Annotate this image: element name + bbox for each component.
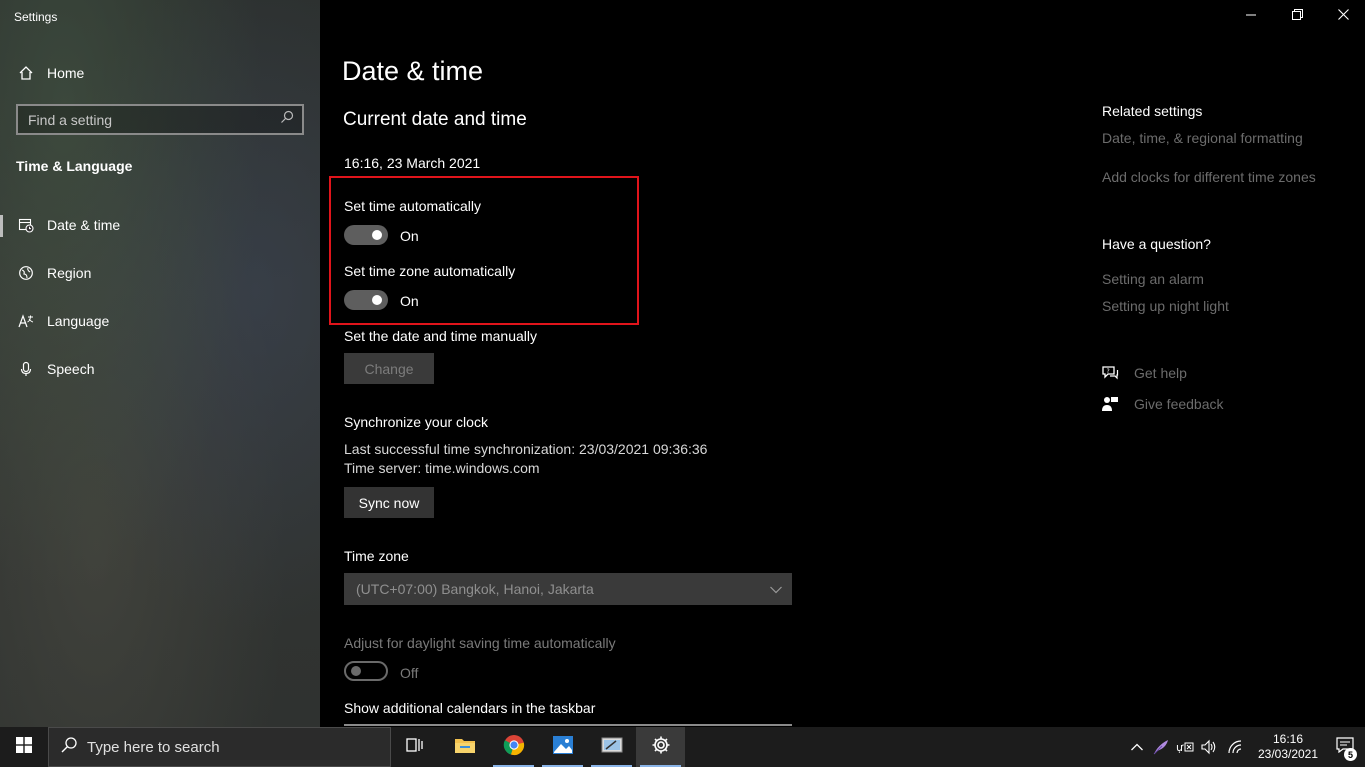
- photos-button[interactable]: [538, 727, 587, 767]
- search-icon[interactable]: [280, 110, 294, 129]
- daylight-state: Off: [400, 665, 419, 681]
- sidebar: Settings Home Time & Language Date & tim…: [0, 0, 320, 727]
- sidebar-item-region[interactable]: Region: [0, 253, 320, 293]
- settings-taskbar-button[interactable]: [636, 727, 685, 767]
- change-button[interactable]: Change: [344, 353, 434, 384]
- daylight-toggle[interactable]: [344, 661, 388, 681]
- chrome-icon: [503, 734, 525, 761]
- last-sync-text: Last successful time synchronization: 23…: [344, 441, 708, 457]
- sidebar-item-language[interactable]: Language: [0, 301, 320, 341]
- photos-icon: [552, 735, 574, 760]
- set-time-auto-label: Set time automatically: [344, 198, 481, 214]
- restore-icon: [1291, 7, 1303, 25]
- feedback-icon: [1101, 395, 1119, 413]
- input-method-icon[interactable]: ự: [1173, 727, 1197, 767]
- chevron-down-icon: [770, 581, 782, 597]
- volume-icon[interactable]: [1197, 727, 1221, 767]
- action-center-button[interactable]: 5: [1325, 727, 1365, 767]
- gear-icon: [651, 735, 671, 760]
- minimize-button[interactable]: [1228, 0, 1274, 32]
- set-timezone-auto-state: On: [400, 293, 419, 309]
- clock-time: 16:16: [1272, 732, 1304, 746]
- sync-now-button[interactable]: Sync now: [344, 487, 434, 518]
- set-time-auto-toggle[interactable]: [344, 225, 388, 245]
- related-settings-heading: Related settings: [1102, 103, 1203, 119]
- toggle-knob: [351, 666, 361, 676]
- alarm-link[interactable]: Setting an alarm: [1102, 271, 1204, 287]
- taskbar-search-placeholder: Type here to search: [87, 738, 220, 756]
- task-view-icon: [405, 736, 426, 759]
- calendar-clock-icon: [17, 216, 35, 234]
- time-server-text: Time server: time.windows.com: [344, 460, 540, 476]
- get-help-link[interactable]: ? Get help: [1101, 364, 1187, 382]
- language-icon: [17, 312, 35, 330]
- calendars-label: Show additional calendars in the taskbar: [344, 700, 596, 716]
- give-feedback-label: Give feedback: [1134, 396, 1224, 412]
- give-feedback-link[interactable]: Give feedback: [1101, 395, 1224, 413]
- timezone-dropdown[interactable]: (UTC+07:00) Bangkok, Hanoi, Jakarta: [344, 573, 792, 605]
- night-light-link[interactable]: Setting up night light: [1102, 298, 1229, 314]
- current-datetime: 16:16, 23 March 2021: [344, 155, 481, 171]
- set-timezone-auto-toggle[interactable]: [344, 290, 388, 310]
- timezone-label: Time zone: [344, 548, 409, 564]
- sidebar-item-label: Region: [47, 265, 92, 281]
- taskbar-clock[interactable]: 16:16 23/03/2021: [1251, 732, 1325, 762]
- get-help-label: Get help: [1134, 365, 1187, 381]
- page-title: Date & time: [342, 56, 484, 86]
- section-heading: Time & Language: [16, 158, 133, 174]
- svg-text:ự: ự: [1176, 741, 1184, 754]
- set-timezone-auto-label: Set time zone automatically: [344, 263, 516, 279]
- close-button[interactable]: [1320, 0, 1365, 32]
- sidebar-item-label: Language: [47, 313, 110, 329]
- file-explorer-button[interactable]: [440, 727, 489, 767]
- clock-date: 23/03/2021: [1257, 747, 1319, 761]
- set-time-auto-state: On: [400, 228, 419, 244]
- find-setting-search[interactable]: [16, 104, 304, 135]
- sync-heading: Synchronize your clock: [344, 414, 488, 430]
- sidebar-item-speech[interactable]: Speech: [0, 349, 320, 389]
- notification-badge: 5: [1344, 748, 1357, 761]
- find-setting-input[interactable]: [28, 111, 268, 128]
- taskbar: Type here to search ự 16:16 23/03/2021 5: [0, 727, 1365, 767]
- restore-button[interactable]: [1274, 0, 1320, 32]
- wifi-icon[interactable]: [1221, 727, 1251, 767]
- toggle-knob: [372, 295, 382, 305]
- svg-text:?: ?: [1107, 368, 1110, 375]
- toggle-knob: [372, 230, 382, 240]
- start-button[interactable]: [0, 727, 48, 767]
- home-icon: [17, 64, 35, 82]
- chat-help-icon: ?: [1101, 364, 1119, 382]
- task-view-button[interactable]: [391, 727, 440, 767]
- chevron-up-icon[interactable]: [1125, 727, 1149, 767]
- minimize-icon: [1246, 7, 1256, 25]
- section-title: Current date and time: [343, 109, 527, 130]
- sidebar-item-label: Speech: [47, 361, 95, 377]
- timezone-value: (UTC+07:00) Bangkok, Hanoi, Jakarta: [356, 581, 594, 597]
- search-icon: [61, 737, 77, 757]
- regional-formatting-link[interactable]: Date, time, & regional formatting: [1102, 130, 1303, 146]
- chrome-button[interactable]: [489, 727, 538, 767]
- daylight-label: Adjust for daylight saving time automati…: [344, 635, 616, 651]
- home-nav-item[interactable]: Home: [0, 53, 320, 93]
- sidebar-item-label: Date & time: [47, 217, 121, 233]
- home-label: Home: [47, 65, 85, 81]
- system-tray: ự 16:16 23/03/2021 5: [1125, 727, 1365, 767]
- folder-icon: [454, 736, 476, 759]
- sidebar-item-date-time[interactable]: Date & time: [0, 205, 320, 245]
- close-icon: [1337, 7, 1349, 25]
- windows-logo-icon: [16, 736, 32, 758]
- add-clocks-link[interactable]: Add clocks for different time zones: [1102, 169, 1316, 185]
- feather-icon[interactable]: [1149, 727, 1173, 767]
- snipping-icon: [600, 735, 624, 760]
- globe-icon: [17, 264, 35, 282]
- question-heading: Have a question?: [1102, 236, 1211, 252]
- taskbar-search[interactable]: Type here to search: [48, 727, 391, 767]
- snipping-tool-button[interactable]: [587, 727, 636, 767]
- manual-label: Set the date and time manually: [344, 328, 538, 344]
- window-title: Settings: [14, 10, 58, 24]
- microphone-icon: [17, 360, 35, 378]
